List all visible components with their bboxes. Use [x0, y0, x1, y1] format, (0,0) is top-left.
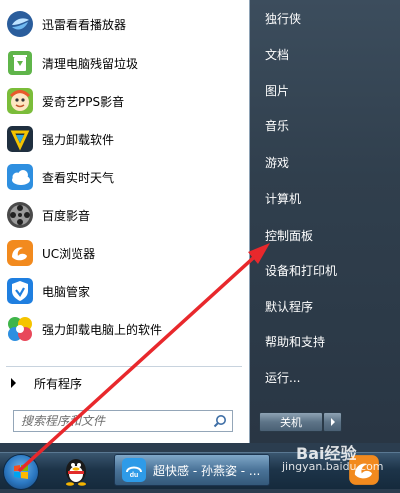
menu-item-uninstaller[interactable]: 强力卸载软件: [0, 121, 249, 157]
right-item-user[interactable]: 独行侠: [265, 7, 301, 29]
search-input[interactable]: [19, 413, 203, 429]
menu-item-label: 迅雷看看播放器: [42, 17, 127, 32]
pc-manager-shield-icon: [5, 276, 35, 306]
all-programs-label: 所有程序: [34, 376, 83, 391]
search-icon[interactable]: [213, 414, 227, 428]
chevron-right-icon: [330, 418, 335, 426]
windows-logo-icon: [14, 464, 28, 479]
right-item-default-programs[interactable]: 默认程序: [265, 295, 313, 317]
right-item-pictures[interactable]: 图片: [265, 79, 289, 101]
recycle-bin-icon: [5, 48, 35, 78]
weather-icon: [5, 162, 35, 192]
all-programs-button[interactable]: 所有程序: [0, 370, 249, 396]
search-box[interactable]: [13, 410, 233, 432]
menu-item-xunlei-player[interactable]: 迅雷看看播放器: [0, 6, 249, 42]
menu-item-cleanup[interactable]: 清理电脑残留垃圾: [0, 45, 249, 81]
chevron-right-icon: [11, 378, 16, 388]
pps-player-icon: [5, 86, 35, 116]
start-button[interactable]: [3, 454, 39, 490]
uc-browser-icon: [5, 238, 35, 268]
qq-penguin-icon: [66, 459, 86, 486]
xunlei-player-icon: [5, 9, 35, 39]
menu-item-label: 强力卸载软件: [42, 132, 115, 147]
menu-item-pc-manager[interactable]: 电脑管家: [0, 273, 249, 309]
menu-item-uninstall-software[interactable]: 强力卸载电脑上的软件: [0, 311, 249, 347]
baidu-player-icon: [5, 200, 35, 230]
svg-text:du: du: [130, 472, 139, 479]
right-item-devices-printers[interactable]: 设备和打印机: [265, 259, 337, 281]
taskbar-qq[interactable]: [58, 454, 98, 486]
menu-item-label: 百度影音: [42, 208, 91, 223]
right-item-documents[interactable]: 文档: [265, 43, 289, 65]
menu-item-pps[interactable]: 爱奇艺PPS影音: [0, 83, 249, 119]
menu-item-label: 爱奇艺PPS影音: [42, 94, 125, 109]
menu-item-baidu-player[interactable]: 百度影音: [0, 197, 249, 233]
watermark-url: jingyan.baidu.com: [282, 460, 384, 473]
uninstall-pinwheel-icon: [5, 314, 35, 344]
baidu-jingyan-watermark: Bai经验 jingyan.baidu.com: [282, 438, 392, 478]
right-item-help-support[interactable]: 帮助和支持: [265, 330, 325, 352]
menu-item-weather[interactable]: 查看实时天气: [0, 159, 249, 195]
menu-item-label: UC浏览器: [42, 246, 96, 261]
shutdown-button[interactable]: 关机: [259, 412, 323, 432]
start-menu-places-pane: 独行侠 文档 图片 音乐 游戏 计算机 控制面板 设备和打印机 默认程序 帮助和…: [250, 0, 400, 443]
right-item-music[interactable]: 音乐: [265, 114, 289, 136]
taskbar-active-task[interactable]: du 超快感 - 孙燕姿 - ...: [114, 454, 270, 486]
music-player-icon: du: [122, 458, 146, 482]
start-menu-programs-pane: 迅雷看看播放器 清理电脑残留垃圾 爱奇艺PPS影音 强力卸载软件 查看实时天气 …: [0, 0, 250, 443]
menu-item-label: 电脑管家: [42, 284, 91, 299]
uninstaller-icon: [5, 124, 35, 154]
shutdown-options-button[interactable]: [323, 412, 342, 432]
menu-item-label: 强力卸载电脑上的软件: [42, 322, 163, 337]
right-item-control-panel[interactable]: 控制面板: [265, 224, 313, 246]
menu-item-label: 清理电脑残留垃圾: [42, 56, 139, 71]
menu-item-label: 查看实时天气: [42, 170, 115, 185]
menu-separator: [6, 366, 242, 367]
menu-item-uc-browser[interactable]: UC浏览器: [0, 235, 249, 271]
right-item-run[interactable]: 运行...: [265, 366, 300, 388]
active-task-label: 超快感 - 孙燕姿 - ...: [153, 463, 261, 478]
right-item-computer[interactable]: 计算机: [265, 187, 301, 209]
right-item-games[interactable]: 游戏: [265, 151, 289, 173]
